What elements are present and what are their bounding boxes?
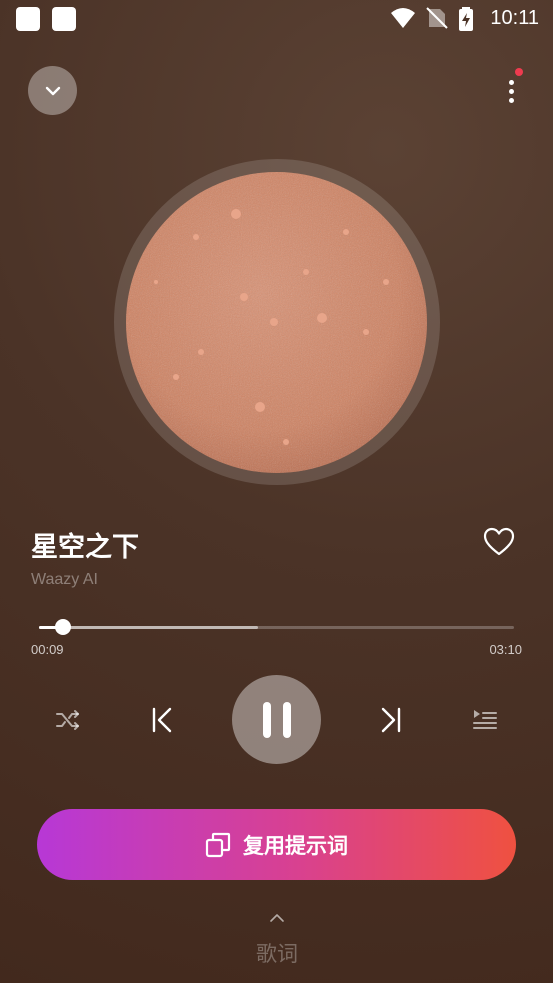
- chevron-down-icon: [45, 86, 60, 95]
- lyrics-toggle[interactable]: 歌词: [236, 908, 318, 968]
- chevron-up-icon: [270, 914, 284, 922]
- total-time: 03:10: [489, 642, 522, 657]
- pause-icon: [262, 701, 291, 738]
- status-time: 10:11: [490, 7, 539, 29]
- like-button[interactable]: [482, 526, 516, 558]
- more-vertical-icon-dot: [509, 89, 514, 94]
- current-time: 00:09: [31, 642, 64, 657]
- buffered-progress: [39, 626, 258, 629]
- progress-thumb[interactable]: [54, 619, 71, 635]
- playlist-icon: [473, 710, 497, 729]
- album-cover: [126, 172, 427, 473]
- collapse-player-button[interactable]: [28, 66, 77, 115]
- progress-bar[interactable]: [39, 619, 514, 635]
- heart-icon: [483, 527, 515, 556]
- pause-button[interactable]: [232, 675, 321, 764]
- skip-next-icon: [381, 707, 401, 733]
- notification-app-icon: [52, 7, 76, 31]
- shuffle-icon: [56, 710, 79, 730]
- copy-icon: [205, 832, 231, 857]
- album-cover-art: [126, 172, 427, 473]
- battery-charging-icon: [459, 7, 473, 31]
- status-bar: 10:11: [0, 0, 553, 40]
- artist-name[interactable]: Waazy AI: [31, 571, 98, 589]
- lyrics-label: 歌词: [256, 942, 298, 966]
- more-vertical-icon: [509, 80, 514, 85]
- playlist-button[interactable]: [470, 705, 500, 735]
- notification-dot: [515, 68, 523, 76]
- reuse-prompt-button[interactable]: 复用提示词: [37, 809, 516, 880]
- previous-button[interactable]: [146, 704, 178, 736]
- skip-previous-icon: [152, 707, 172, 733]
- reuse-prompt-label: 复用提示词: [243, 833, 348, 858]
- no-sim-icon: [426, 7, 448, 29]
- song-title: 星空之下: [31, 532, 139, 563]
- wifi-icon: [391, 8, 415, 28]
- shuffle-button[interactable]: [52, 705, 84, 735]
- next-button[interactable]: [375, 704, 407, 736]
- notification-app-icon: [16, 7, 40, 31]
- more-vertical-icon-dot: [509, 98, 514, 103]
- more-options-button[interactable]: [500, 68, 524, 110]
